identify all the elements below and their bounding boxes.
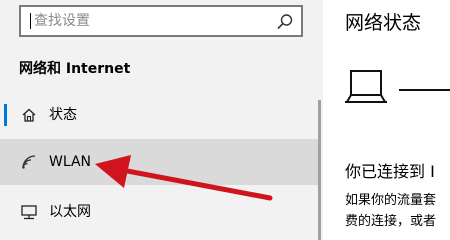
sidebar-item-status[interactable]: 状态 xyxy=(0,92,318,138)
ethernet-icon xyxy=(21,205,37,220)
search-placeholder: 查找设置 xyxy=(34,13,90,29)
search-icon[interactable] xyxy=(276,13,294,31)
description-line: 如果你的流量套 xyxy=(345,193,437,208)
sidebar-item-ethernet[interactable]: 以太网 xyxy=(0,189,318,235)
wifi-icon xyxy=(22,155,36,169)
sidebar-item-wlan[interactable]: WLAN xyxy=(0,139,318,185)
description-line: 费的连接，或者 xyxy=(345,214,437,229)
sidebar-scrollbar[interactable] xyxy=(318,100,321,240)
sidebar-item-label: 状态 xyxy=(49,107,77,123)
navigation-pane: 查找设置 网络和 Internet 状态 WLAN 以太网 xyxy=(0,0,323,240)
sidebar-item-label: WLAN xyxy=(49,154,92,170)
laptop-icon xyxy=(345,70,450,103)
search-input[interactable]: 查找设置 xyxy=(19,5,303,37)
settings-window: 查找设置 网络和 Internet 状态 WLAN 以太网 网络状态 你已连接到… xyxy=(0,0,450,240)
page-title: 网络状态 xyxy=(345,12,422,34)
connection-description: 如果你的流量套 费的连接，或者 xyxy=(345,190,436,232)
text-caret xyxy=(30,13,31,29)
section-title: 网络和 Internet xyxy=(19,61,131,77)
home-icon xyxy=(22,108,36,122)
connection-heading: 你已连接到 I xyxy=(345,162,435,181)
sidebar-item-label: 以太网 xyxy=(49,204,91,220)
